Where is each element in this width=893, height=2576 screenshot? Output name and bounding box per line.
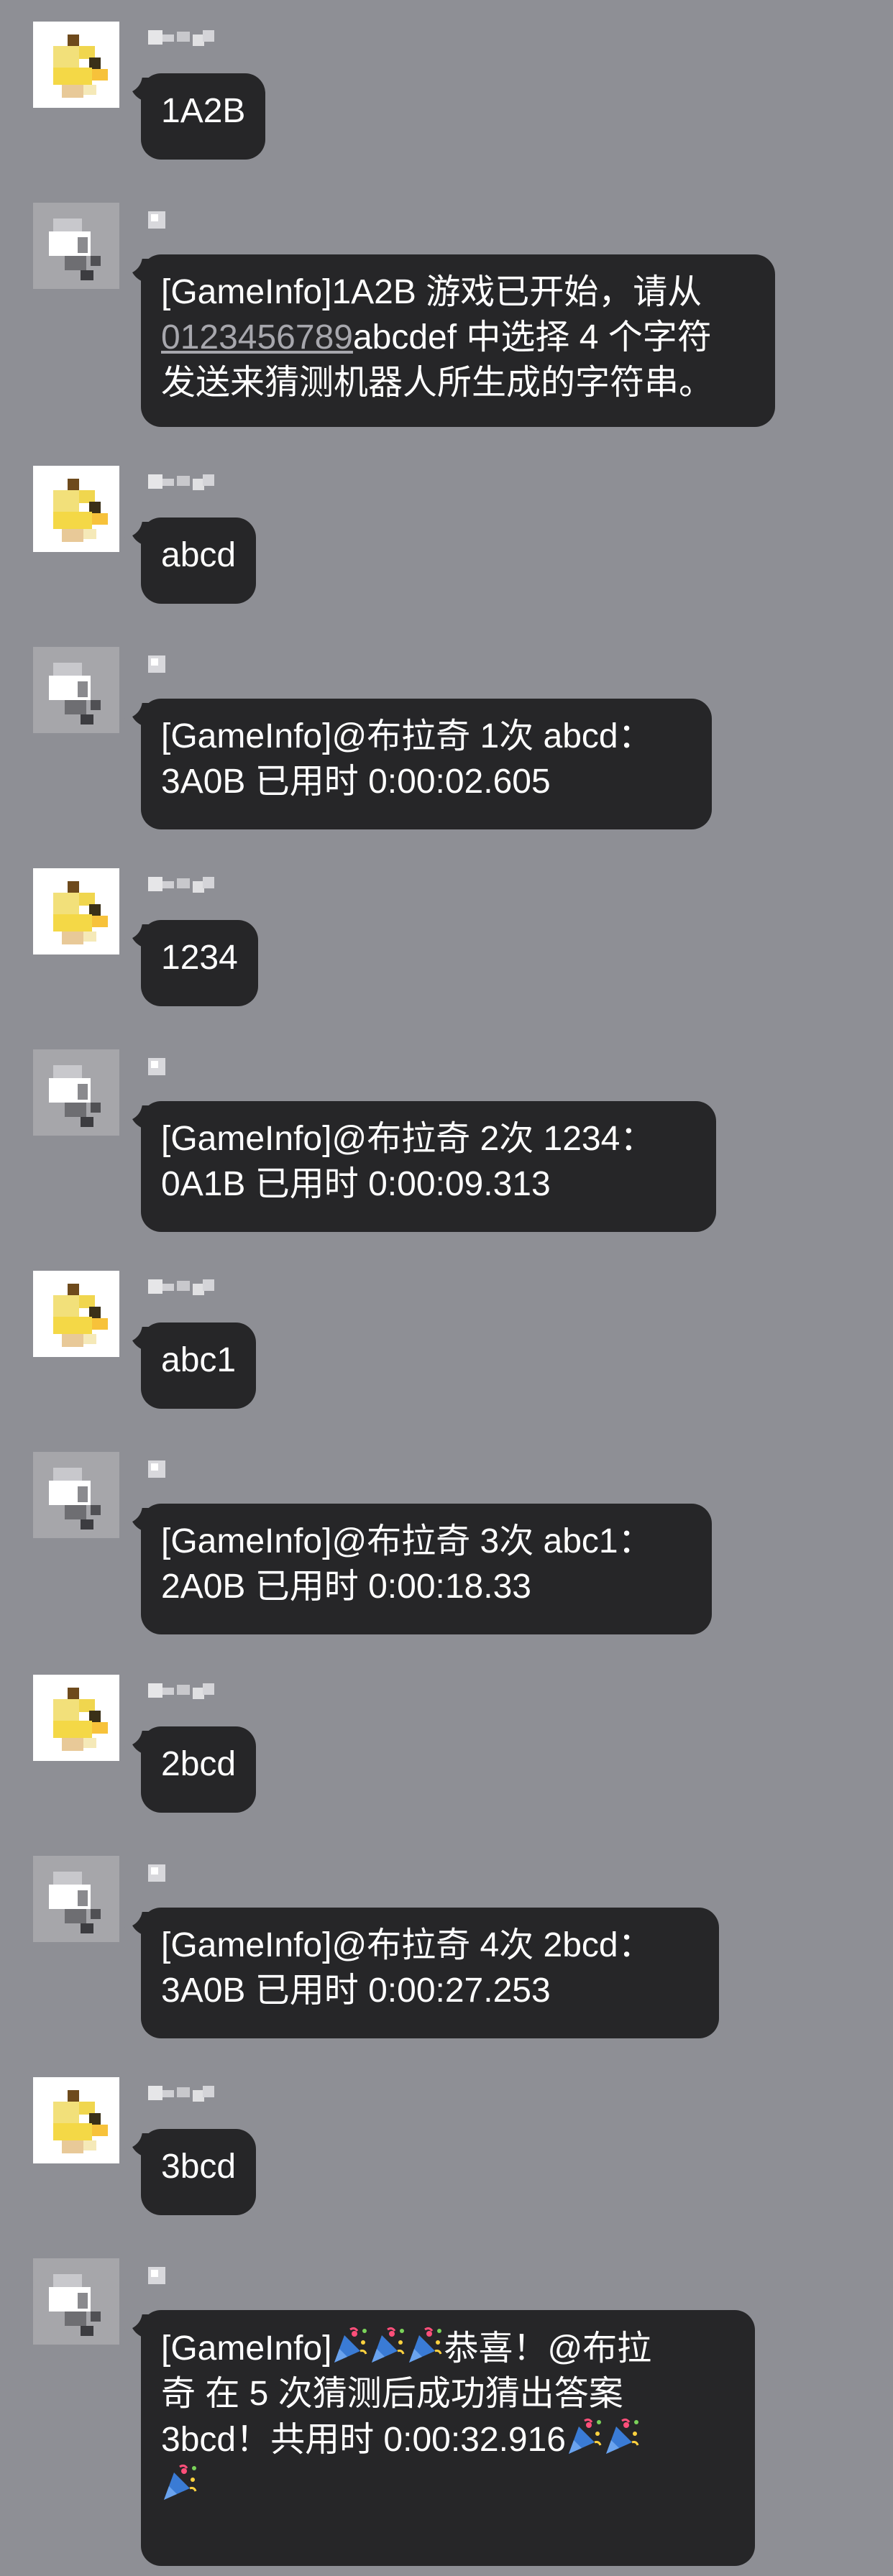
duck-avatar-icon[interactable]: [33, 868, 119, 954]
message-bubble[interactable]: abcd: [120, 513, 257, 604]
message-text: [GameInfo]@布拉奇 3次 abc1：: [161, 1522, 653, 1560]
sender-name: [148, 1862, 177, 1883]
sender-name: [148, 2083, 227, 2104]
duck-avatar-icon[interactable]: [33, 1271, 119, 1357]
party-popper-icon: [161, 2462, 198, 2503]
message-text: 1234: [161, 939, 238, 977]
sender-name: [148, 27, 227, 49]
message-text: 3A0B 已用时 0:00:02.605: [161, 763, 551, 801]
sender-name: [148, 1458, 177, 1479]
message-text: 2A0B 已用时 0:00:18.33: [161, 1568, 531, 1606]
message-text: 0A1B 已用时 0:00:09.313: [161, 1165, 551, 1203]
message-text: 奇 在 5 次猜测后成功猜出答案: [161, 2375, 623, 2413]
message-bubble[interactable]: [GameInfo] 恭喜！@布拉 奇 在 5 次猜测后成功猜出答案 3bcd！共…: [121, 2306, 755, 2566]
robot-avatar-icon[interactable]: [33, 2258, 119, 2345]
message-text: [GameInfo]@布拉奇 1次 abcd：: [161, 717, 653, 755]
sender-name: [148, 874, 227, 896]
message-text: [GameInfo]@布拉奇 2次 1234：: [161, 1120, 655, 1158]
robot-avatar-icon[interactable]: [33, 203, 119, 289]
sender-name: [148, 2264, 177, 2286]
message-text: 发送来猜测机器人所生成的字符串。: [161, 364, 714, 402]
message-text: 3bcd！共用时 0:00:32.916: [161, 2416, 735, 2462]
duck-avatar-icon[interactable]: [33, 22, 119, 108]
message-text: [GameInfo] 恭喜！@布拉: [161, 2325, 735, 2371]
sender-name: [148, 1680, 227, 1702]
message-text: abc1: [161, 1341, 237, 1379]
message-bubble[interactable]: [GameInfo]@布拉奇 2次 1234： 0A1B 已用时 0:00:09…: [121, 1097, 716, 1232]
message-bubble[interactable]: 2bcd: [120, 1722, 257, 1813]
duck-avatar-icon[interactable]: [33, 2077, 119, 2163]
duck-avatar-icon[interactable]: [33, 466, 119, 552]
message-text-rest: abcdef 中选择 4 个字符: [352, 318, 712, 356]
party-popper-icon: [369, 2325, 406, 2365]
message-text: [GameInfo]@布拉奇 4次 2bcd：: [161, 1926, 653, 1964]
message-bubble[interactable]: 3bcd: [120, 2125, 257, 2215]
party-popper-icon: [566, 2416, 603, 2457]
message-text: 1A2B: [161, 92, 246, 130]
sender-name: [148, 653, 177, 674]
robot-avatar-icon[interactable]: [33, 1452, 119, 1538]
message-text: [161, 2462, 735, 2508]
message-bubble[interactable]: [GameInfo]@布拉奇 4次 2bcd： 3A0B 已用时 0:00:27…: [121, 1903, 719, 2038]
digits-link[interactable]: 0123456789: [161, 318, 353, 356]
message-text: 3bcd: [161, 2148, 237, 2186]
robot-avatar-icon[interactable]: [33, 1856, 119, 1942]
robot-avatar-icon[interactable]: [33, 647, 119, 733]
message-bubble[interactable]: [GameInfo]1A2B 游戏已开始，请从 0123456789abcdef…: [121, 250, 775, 427]
message-bubble[interactable]: [GameInfo]@布拉奇 1次 abcd： 3A0B 已用时 0:00:02…: [121, 694, 712, 829]
sender-name: [148, 1055, 177, 1077]
sender-name: [148, 472, 227, 493]
party-popper-icon: [331, 2325, 369, 2365]
robot-avatar-icon[interactable]: [33, 1049, 119, 1136]
message-text: 0123456789abcdef 中选择 4 个字符: [161, 315, 755, 360]
message-bubble[interactable]: abc1: [120, 1318, 257, 1409]
sender-name: [148, 1276, 227, 1298]
message-bubble[interactable]: 1234: [121, 916, 258, 1006]
sender-name: [148, 208, 177, 230]
message-text: abcd: [161, 536, 237, 574]
message-bubble[interactable]: 1A2B: [120, 69, 266, 160]
message-text: [GameInfo]1A2B 游戏已开始，请从: [161, 273, 702, 311]
party-popper-icon: [603, 2416, 641, 2457]
message-text: 3A0B 已用时 0:00:27.253: [161, 1972, 551, 2010]
message-bubble[interactable]: [GameInfo]@布拉奇 3次 abc1： 2A0B 已用时 0:00:18…: [121, 1499, 712, 1634]
duck-avatar-icon[interactable]: [33, 1675, 119, 1761]
message-text: 2bcd: [161, 1745, 237, 1783]
party-popper-icon: [406, 2325, 444, 2365]
